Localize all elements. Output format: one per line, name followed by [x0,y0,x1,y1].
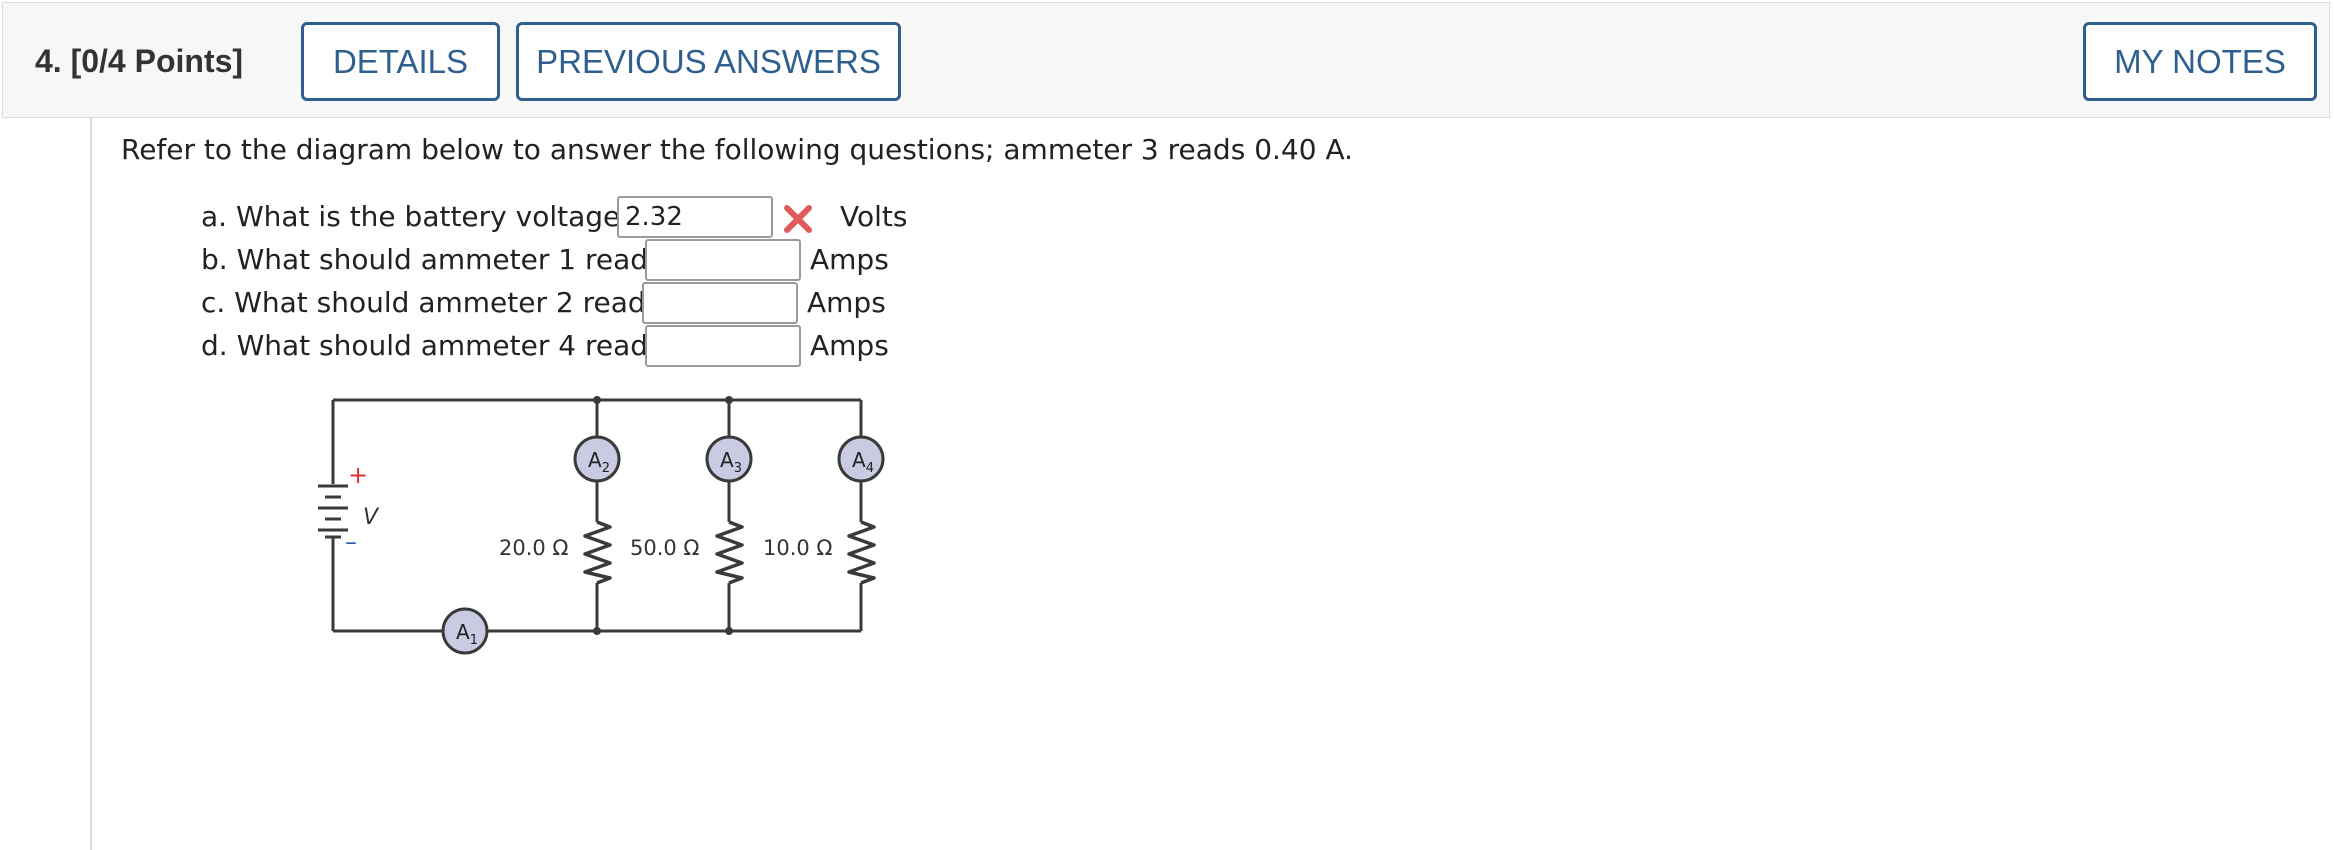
ammeter-1-subscript: 1 [470,633,478,648]
resistor-50-ohm-icon [715,520,744,585]
question-number-text: 4. [35,43,62,79]
ammeter-4-subscript: 4 [866,461,874,476]
ammeter-1-icon: A1 [441,607,489,655]
ammeter-2-icon: A2 [573,435,621,483]
resistor-50-label: 50.0 Ω [630,536,699,560]
ammeter-2-subscript: 2 [602,461,610,476]
battery-voltage-input[interactable] [617,196,773,238]
circuit-diagram: + – V 20.0 Ω 50.0 Ω 10.0 Ω A2 A3 A4 A1 [318,396,885,655]
ammeter-4-input[interactable] [645,325,801,367]
ammeter-1-letter: A [456,620,470,644]
question-header: 4. [0/4 Points] DETAILS PREVIOUS ANSWERS… [2,2,2330,118]
question-b-unit: Amps [810,243,889,276]
battery-icon: + – V [318,461,380,556]
question-c-prompt: c. What should ammeter 2 read? [201,286,661,319]
resistor-10-ohm-icon [847,520,876,585]
question-d-unit: Amps [810,329,889,362]
question-a-unit: Volts [840,200,908,233]
question-a-prompt: a. What is the battery voltage? [201,200,636,233]
ammeter-4-icon: A4 [837,435,885,483]
battery-plus-label: + [348,461,368,489]
question-c-unit: Amps [807,286,886,319]
ammeter-3-icon: A3 [705,435,753,483]
resistor-20-label: 20.0 Ω [499,536,568,560]
ammeter-4-letter: A [852,448,866,472]
resistor-10-label: 10.0 Ω [763,536,832,560]
question-b-prompt: b. What should ammeter 1 read? [201,243,663,276]
ammeter-3-letter: A [720,448,734,472]
ammeter-1-input[interactable] [645,239,801,281]
previous-answers-button[interactable]: PREVIOUS ANSWERS [516,22,901,101]
ammeter-2-letter: A [588,448,602,472]
battery-minus-label: – [345,528,357,556]
ammeter-2-input[interactable] [642,282,798,324]
question-number: 4. [0/4 Points] [35,43,243,80]
details-button[interactable]: DETAILS [301,22,500,101]
my-notes-button[interactable]: MY NOTES [2083,22,2317,101]
battery-voltage-label: V [363,505,380,530]
points-text: [0/4 Points] [70,43,244,79]
content-left-border [90,118,92,850]
resistor-20-ohm-icon [583,520,612,585]
ammeter-3-subscript: 3 [734,461,742,476]
question-intro: Refer to the diagram below to answer the… [121,133,1353,166]
incorrect-x-icon [782,203,814,239]
question-d-prompt: d. What should ammeter 4 read? [201,329,663,362]
